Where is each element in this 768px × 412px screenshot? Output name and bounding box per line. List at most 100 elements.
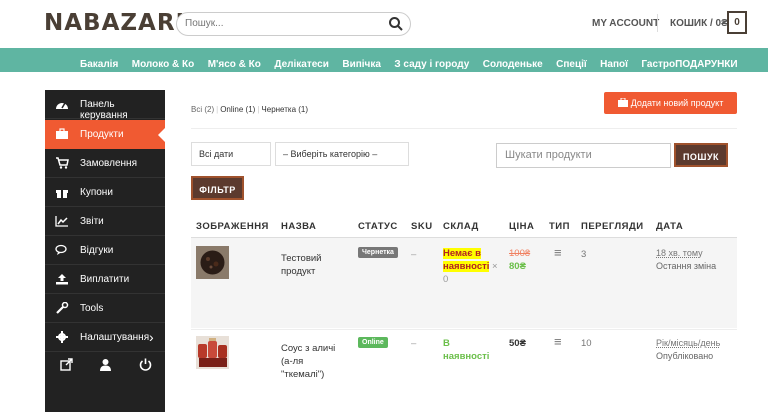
chevron-right-icon: › <box>149 329 154 345</box>
briefcase-icon <box>55 128 69 141</box>
filter-draft[interactable]: Чернетка (1) <box>261 105 308 114</box>
cart-link[interactable]: КОШИК / 0₴ <box>670 18 728 29</box>
product-search-input[interactable]: Шукати продукти <box>496 143 671 168</box>
views-count: 3 <box>581 249 587 260</box>
stock-status-text: В <box>443 338 450 349</box>
col-header-sku: SKU <box>411 221 433 232</box>
sidebar-item-reports[interactable]: Звіти <box>45 207 165 236</box>
date-value: Рік/місяць/день <box>656 338 721 348</box>
nav-item[interactable]: Солоденьке <box>483 59 543 70</box>
product-name-line: (а-ля <box>281 356 304 367</box>
nav-item[interactable]: Молоко & Ко <box>132 59 195 70</box>
sidebar-item-withdraw[interactable]: Виплатити <box>45 265 165 294</box>
col-header-name[interactable]: НАЗВА <box>281 221 316 232</box>
site-header: NABAZARI MY ACCOUNT КОШИК / 0₴ 0 <box>0 0 768 48</box>
site-search <box>176 12 411 36</box>
site-logo[interactable]: NABAZARI <box>44 10 185 36</box>
price-new: 80₴ <box>509 261 526 272</box>
stock-status-text: наявності <box>443 261 490 272</box>
add-product-button[interactable]: Додати новий продукт <box>604 92 737 114</box>
col-header-views: ПЕРЕГЛЯДИ <box>581 221 644 232</box>
col-header-date[interactable]: ДАТА <box>656 221 683 232</box>
nav-item[interactable]: ГастроПОДАРУНКИ <box>641 59 737 70</box>
col-header-price[interactable]: ЦІНА <box>509 221 534 232</box>
product-type-icon: ≡ <box>554 334 562 349</box>
col-header-type: ТИП <box>549 221 570 232</box>
product-thumbnail[interactable] <box>196 246 229 279</box>
sidebar-item-settings[interactable]: Налаштування › <box>45 323 165 352</box>
upload-icon <box>55 273 69 286</box>
nav-item[interactable]: Делікатеси <box>274 59 329 70</box>
header-divider <box>657 14 658 32</box>
sidebar-item-label: Виплатити <box>80 274 130 285</box>
price-value: 50₴ <box>509 338 526 349</box>
vendor-sidebar: Панель керування Продукти Замовлення Куп… <box>45 90 166 412</box>
sku-value: – <box>411 249 417 260</box>
sidebar-item-tools[interactable]: Tools <box>45 294 165 323</box>
product-thumbnail[interactable] <box>196 336 229 369</box>
row-divider <box>191 329 737 330</box>
product-search-button[interactable]: ПОШУК <box>674 143 728 167</box>
filter-online[interactable]: Online (1) <box>220 105 255 114</box>
filter-button[interactable]: ФІЛЬТР <box>191 176 244 200</box>
sidebar-item-coupons[interactable]: Купони <box>45 178 165 207</box>
sidebar-item-label: Відгуки <box>80 245 114 256</box>
divider <box>191 128 737 129</box>
nav-item[interactable]: Спеції <box>556 59 587 70</box>
comments-icon <box>55 244 69 257</box>
filter-separator: | <box>216 105 219 114</box>
sku-value: – <box>411 338 417 349</box>
sidebar-item-label: Купони <box>80 187 113 198</box>
dashboard-icon <box>55 98 69 111</box>
nav-item[interactable]: Напої <box>600 59 628 70</box>
sidebar-item-reviews[interactable]: Відгуки <box>45 236 165 265</box>
category-filter-select[interactable]: – Виберіть категорію – <box>275 142 409 166</box>
sidebar-item-label: Панель керування <box>80 99 128 121</box>
cart-count-badge[interactable]: 0 <box>727 11 747 34</box>
sidebar-item-label: Продукти <box>80 129 124 140</box>
external-link-icon[interactable] <box>59 358 73 372</box>
sidebar-item-label: Звіти <box>80 216 104 227</box>
add-product-label: Додати новий продукт <box>630 98 724 108</box>
status-badge: Online <box>358 337 388 348</box>
briefcase-icon <box>617 97 628 107</box>
stock-extra: × <box>492 261 498 272</box>
views-count: 10 <box>581 338 592 349</box>
sidebar-item-dashboard[interactable]: Панель керування <box>45 90 165 121</box>
product-name-link[interactable]: Соус з аличі (а-ля "ткемалі") <box>281 342 335 381</box>
search-icon[interactable] <box>388 16 404 32</box>
gear-icon <box>55 331 69 344</box>
category-nav: Бакалія Молоко & Ко М'ясо & Ко Делікатес… <box>0 48 768 72</box>
nav-item[interactable]: М'ясо & Ко <box>208 59 261 70</box>
date-cell: 18 хв. тому Остання зміна <box>656 247 716 273</box>
stock-status: Немає в наявності × 0 <box>443 247 498 286</box>
nav-item[interactable]: Випічка <box>342 59 381 70</box>
gift-icon <box>55 186 69 199</box>
date-cell: Рік/місяць/день Опубліковано <box>656 337 720 363</box>
power-icon[interactable] <box>138 358 152 372</box>
date-note: Остання зміна <box>656 261 717 271</box>
date-filter-select[interactable]: Всі дати <box>191 142 271 166</box>
sidebar-footer-icons <box>45 351 165 381</box>
product-name-line: Тестовий <box>281 253 322 264</box>
sidebar-item-products[interactable]: Продукти <box>45 120 166 149</box>
chart-icon <box>55 215 69 228</box>
nav-item[interactable]: Бакалія <box>80 59 118 70</box>
stock-status-text: Немає в <box>443 248 481 259</box>
sidebar-item-label: Налаштування <box>80 332 150 343</box>
col-header-status: СТАТУС <box>358 221 398 232</box>
filter-all[interactable]: Всі (2) <box>191 105 214 114</box>
product-name-line: "ткемалі") <box>281 369 325 380</box>
cart-icon <box>55 157 69 170</box>
sidebar-item-orders[interactable]: Замовлення <box>45 149 165 178</box>
nav-item[interactable]: З саду і городу <box>394 59 469 70</box>
col-header-image: ЗОБРАЖЕННЯ <box>196 221 269 232</box>
site-search-input[interactable] <box>185 18 375 29</box>
sidebar-item-label: Tools <box>80 303 104 314</box>
product-name-link[interactable]: Тестовий продукт <box>281 252 322 278</box>
price-cell: 100₴ 80₴ <box>509 247 530 273</box>
my-account-link[interactable]: MY ACCOUNT <box>592 18 659 29</box>
user-icon[interactable] <box>98 358 112 372</box>
sidebar-item-label: Замовлення <box>80 158 137 169</box>
stock-count: 0 <box>443 274 449 285</box>
